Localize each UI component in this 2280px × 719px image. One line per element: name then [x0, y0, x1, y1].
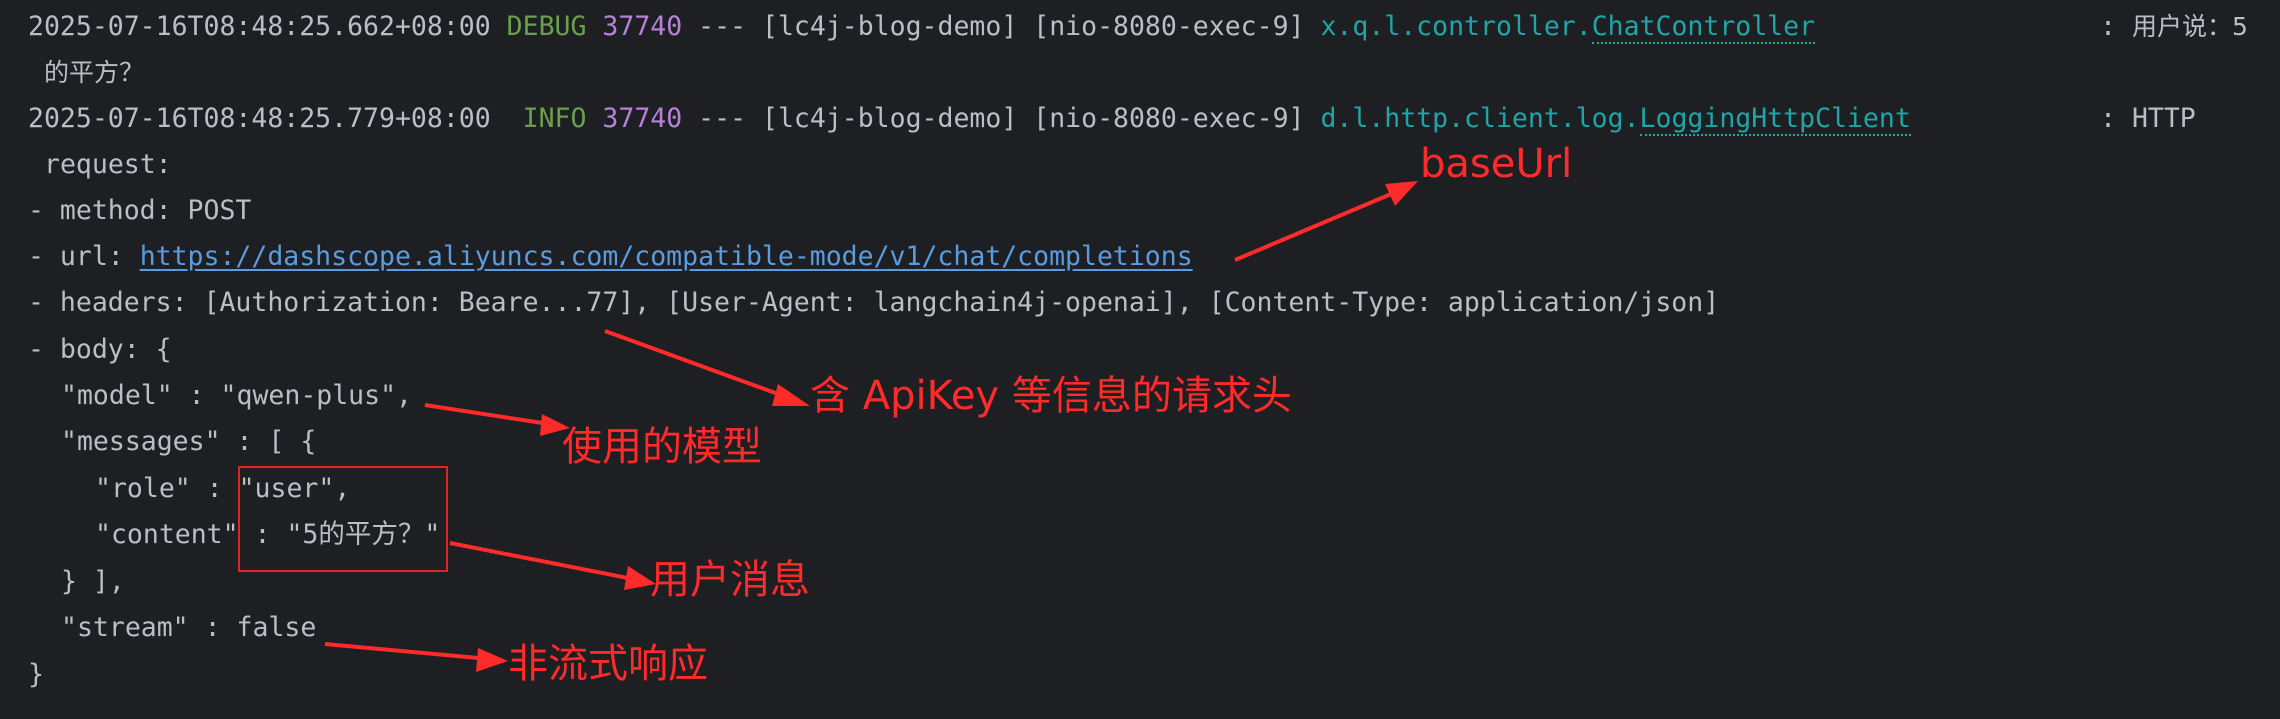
log-line-info: 2025-07-16T08:48:25.779+08:00 INFO 37740…: [28, 96, 1911, 142]
body-messages-open: "messages" : [ {: [61, 426, 317, 457]
log-message-continuation: request:: [44, 149, 172, 180]
log-message-text: HTTP: [2131, 103, 2196, 134]
log-app: [lc4j-blog-demo]: [762, 11, 1018, 42]
log-thread: [nio-8080-exec-9]: [1033, 103, 1305, 134]
annotation-stream: 非流式响应: [508, 641, 708, 687]
request-url-line: - url: https://dashscope.aliyuncs.com/co…: [28, 234, 1193, 280]
request-body-close: }: [28, 659, 44, 690]
log-separator: ---: [698, 11, 747, 42]
log-message-text: 用户说：5: [2131, 12, 2248, 41]
highlight-box: [238, 466, 448, 572]
log-colon: :: [2100, 103, 2116, 134]
annotation-model: 使用的模型: [562, 424, 762, 470]
body-messages-close: } ],: [61, 566, 125, 597]
log-level: INFO: [522, 103, 587, 134]
log-logger-class-link[interactable]: LoggingHttpClient: [1639, 103, 1911, 136]
log-app: [lc4j-blog-demo]: [762, 103, 1018, 134]
log-separator: ---: [698, 103, 747, 134]
request-method: - method: POST: [28, 195, 252, 226]
log-message: : 用户说：5: [2100, 4, 2248, 50]
log-thread: [nio-8080-exec-9]: [1033, 11, 1305, 42]
log-timestamp: 2025-07-16T08:48:25.779+08:00: [28, 103, 491, 134]
log-level: DEBUG: [506, 11, 587, 42]
request-headers: - headers: [Authorization: Beare...77], …: [28, 287, 1720, 318]
request-url-prefix: - url:: [28, 241, 140, 272]
log-message-continuation: 的平方？: [44, 58, 145, 87]
log-logger-class-link[interactable]: ChatController: [1591, 11, 1816, 44]
annotation-base-url: baseUrl: [1420, 141, 1573, 187]
log-pid: 37740: [602, 11, 683, 42]
log-line-debug: 2025-07-16T08:48:25.662+08:00 DEBUG 3774…: [28, 4, 1816, 50]
body-stream: "stream" : false: [61, 612, 317, 643]
body-model: "model" : "qwen-plus",: [61, 380, 412, 411]
log-pid: 37740: [602, 103, 683, 134]
annotation-user-message: 用户消息: [650, 557, 810, 603]
request-body-open: - body: {: [28, 334, 172, 365]
log-timestamp: 2025-07-16T08:48:25.662+08:00: [28, 11, 491, 42]
log-colon: :: [2100, 11, 2116, 42]
annotation-headers: 含 ApiKey 等信息的请求头: [810, 373, 1292, 419]
console-output[interactable]: 2025-07-16T08:48:25.662+08:00 DEBUG 3774…: [0, 0, 2280, 719]
log-message: : HTTP: [2100, 96, 2196, 142]
log-logger-package: x.q.l.controller.: [1320, 11, 1592, 42]
request-url-link[interactable]: https://dashscope.aliyuncs.com/compatibl…: [140, 241, 1193, 272]
log-logger-package: d.l.http.client.log.: [1320, 103, 1640, 134]
